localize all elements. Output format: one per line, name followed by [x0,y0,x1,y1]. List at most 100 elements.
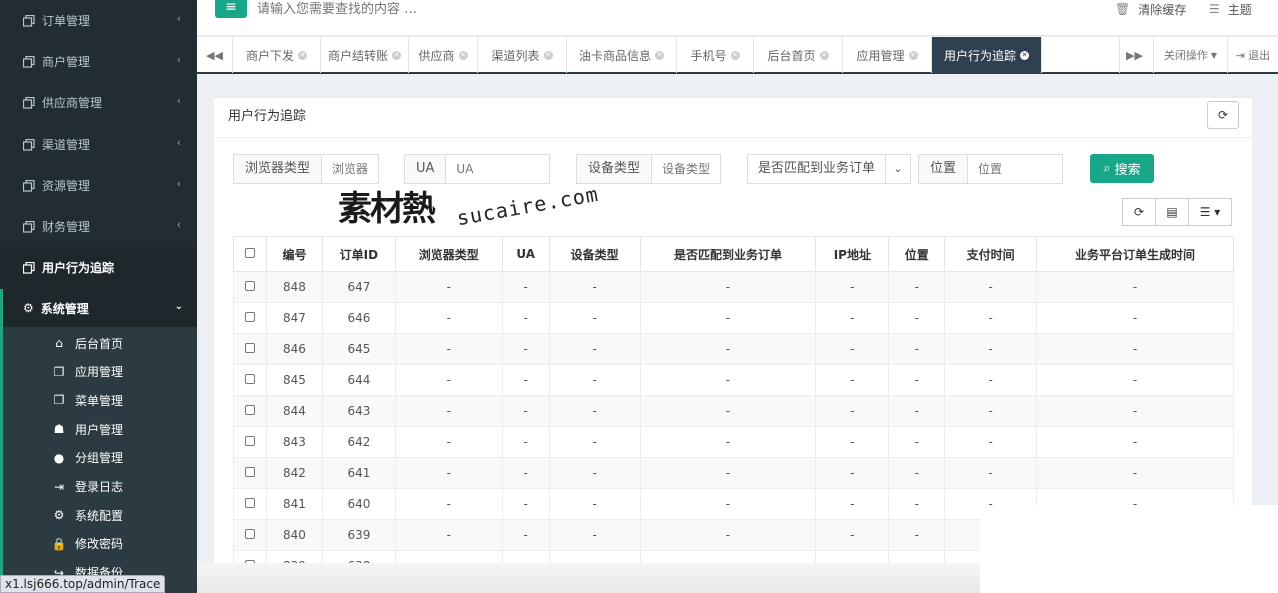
sidebar-subitem[interactable]: ● 分组管理 [51,444,123,472]
close-icon[interactable]: ✕ [458,50,468,60]
tab-bar: ◀◀ 商户下发 ✕ 商户结转账 ✕ 供应商 ✕ 渠道列表 ✕ 油卡商品信息 ✕ 手机号 ✕ 后台首页 ✕ 应… [197,37,1278,74]
table-refresh-button[interactable]: ⟳ [1122,198,1156,226]
sidebar-subitem[interactable]: ⇥ 登录日志 [51,473,123,501]
match-order-select[interactable]: 是否匹配到业务订单 ⌄ [747,154,912,184]
column-header[interactable]: 业务平台订单生成时间 [1036,236,1234,272]
tab[interactable]: 手机号 ✕ [677,37,754,73]
tab-scroll-right-icon[interactable]: ▶▶ [1119,37,1149,73]
column-header[interactable]: 支付时间 [944,236,1038,272]
column-header[interactable]: 位置 [888,236,946,272]
tab[interactable]: 用户行为追踪 ✕ [932,37,1042,73]
table-row[interactable]: 843 642- - - - - - - - [233,426,1234,458]
row-checkbox[interactable] [244,281,255,291]
table-row[interactable]: 846 645- - - - - - - - [233,333,1234,365]
sidebar-subitem-label: 修改密码 [75,537,124,552]
sidebar-item[interactable]: 商户管理 ‹ [0,41,197,82]
sidebar-item[interactable]: 订单管理 ‹ [0,0,197,41]
table-cell: - [888,271,946,303]
sidebar-item[interactable]: 财务管理 ‹ [0,206,197,247]
column-header[interactable]: 编号 [265,236,323,272]
close-icon[interactable]: ✕ [543,50,553,60]
row-checkbox[interactable] [244,467,255,477]
tab[interactable]: 后台首页 ✕ [754,37,843,73]
sidebar-subitem[interactable]: ❐ 应用管理 [51,358,123,386]
panel-refresh-button[interactable]: ⟳ [1207,101,1239,129]
tab-label: 应用管理 [856,48,905,63]
row-select-cell [233,426,267,458]
row-checkbox[interactable] [244,498,255,508]
copy-icon [22,55,36,69]
close-icon[interactable]: ✕ [819,50,829,60]
sidebar-item-user-trace[interactable]: 用户行为追踪 [0,247,197,288]
close-icon[interactable]: ✕ [298,50,307,60]
lock-icon: 🔒 [51,536,67,551]
logout-button[interactable]: ⇥ 退出 [1227,37,1278,73]
column-header[interactable]: UA [501,236,550,272]
table-row[interactable]: 845 644- - - - - - - - [233,364,1234,396]
table-row[interactable]: 842 641- - - - - - - - [233,457,1234,489]
table-cell: 840 [265,519,323,551]
row-checkbox[interactable] [244,405,255,415]
sidebar-subitem[interactable]: ☗ 用户管理 [51,415,123,443]
close-icon[interactable]: ✕ [392,50,401,60]
table-cell: 848 [265,271,323,303]
table-toggle-view-button[interactable]: ▤ [1155,198,1189,226]
tab-scroll-left-icon[interactable]: ◀◀ [197,37,233,73]
sidebar-subitem[interactable]: ❐ 菜单管理 [51,386,123,414]
tab[interactable]: 渠道列表 ✕ [478,37,567,73]
sidebar-item[interactable]: 渠道管理 ‹ [0,124,197,165]
device-filter-label: 设备类型 [577,155,653,183]
tab-label: 供应商 [418,48,455,63]
table-cell: 646 [321,302,396,334]
chevron-left-icon: ‹ [176,53,181,66]
tab[interactable]: 供应商 ✕ [409,37,478,73]
sidebar-item-system[interactable]: ⚙ 系统管理 ⌄ [3,289,197,327]
chevron-left-icon: ‹ [176,177,181,190]
close-icon[interactable]: ✕ [908,50,918,60]
sidebar-item[interactable]: 资源管理 ‹ [0,165,197,206]
column-header[interactable]: 是否匹配到业务订单 [639,236,817,272]
device-input[interactable] [652,155,721,183]
column-header[interactable]: IP地址 [815,236,890,272]
sidebar-item[interactable]: 供应商管理 ‹ [0,82,197,123]
sidebar-subitem[interactable]: ⌂ 后台首页 [51,329,123,357]
close-icon[interactable]: ✕ [655,50,664,60]
global-search-input[interactable] [257,0,957,18]
tab[interactable]: 应用管理 ✕ [843,37,932,73]
table-columns-button[interactable]: ☰ ▾ [1188,198,1232,226]
row-checkbox[interactable] [244,312,255,322]
tab[interactable]: 商户下发 ✕ [233,37,321,73]
sidebar-subitem-label: 后台首页 [75,336,124,351]
column-header[interactable]: 设备类型 [548,236,641,272]
column-header[interactable]: 订单ID [321,236,396,272]
select-all-checkbox[interactable] [244,248,255,258]
search-button[interactable]: ⌕ 搜索 [1090,154,1154,183]
clear-cache-button[interactable]: 🗑 清除缓存 [1115,0,1186,18]
row-checkbox[interactable] [244,436,255,446]
panel-title-text: 用户行为追踪 [228,109,307,124]
tab[interactable]: 油卡商品信息 ✕ [567,37,677,73]
table-row[interactable]: 848 647- - - - - - - - [233,271,1234,303]
row-checkbox[interactable] [244,374,255,384]
sidebar-subitem[interactable]: ⚙ 系统配置 [51,501,123,529]
copy-icon: ❐ [53,364,65,379]
menu-toggle-button[interactable]: ≡ [215,0,247,18]
row-checkbox[interactable] [244,529,255,539]
close-ops-dropdown[interactable]: 关闭操作 ▼ [1153,37,1227,73]
sidebar-subitem[interactable]: 🔒 修改密码 [51,530,124,558]
theme-icon: ☰ [1209,2,1220,16]
table-cell: - [394,364,503,396]
tab[interactable]: 商户结转账 ✕ [321,37,409,73]
theme-button[interactable]: ☰ 主题 [1209,0,1252,18]
row-checkbox[interactable] [244,343,255,353]
sidebar-subitem-label: 应用管理 [75,365,124,380]
table-row[interactable]: 847 646- - - - - - - - [233,302,1234,334]
column-header[interactable]: 浏览器类型 [394,236,503,272]
close-icon[interactable]: ✕ [730,50,740,60]
table-row[interactable]: 844 643- - - - - - - - [233,395,1234,427]
table-cell: - [639,426,817,458]
user-lock-icon: ☗ [53,422,65,437]
close-icon[interactable]: ✕ [1020,50,1029,60]
location-input[interactable] [968,155,1063,183]
table-cell: - [639,395,817,427]
